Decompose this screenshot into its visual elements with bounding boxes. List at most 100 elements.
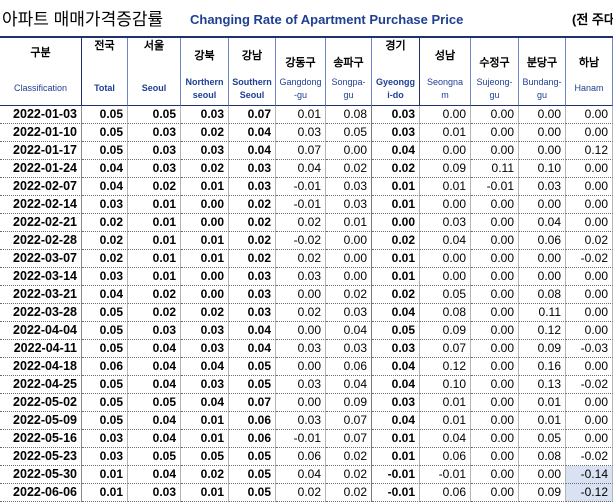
table-row: 2022-03-14 0.03 0.01 0.00 0.03 0.03 0.00 0.01 0.… bbox=[0, 268, 613, 286]
cell-seongnam: 0.00 bbox=[420, 196, 471, 214]
column-header-english-line: gu bbox=[536, 90, 547, 100]
column-header-korean-label: 송파구 bbox=[333, 57, 364, 69]
cell-gangdong-gu: 0.06 bbox=[276, 448, 326, 466]
table-row: 2022-02-28 0.02 0.01 0.01 0.02 -0.02 0.00 0.02 0… bbox=[0, 232, 613, 250]
column-header-english-label: Southern Seoul bbox=[229, 76, 275, 102]
column-header-english-line: Seoul bbox=[141, 83, 167, 93]
cell-northern-seoul: 0.01 bbox=[181, 412, 229, 430]
cell-hanam: -0.14 bbox=[566, 466, 613, 484]
cell-hanam: -0.12 bbox=[566, 484, 613, 502]
cell-seongnam: 0.07 bbox=[420, 340, 471, 358]
cell-southern-seoul: 0.06 bbox=[229, 412, 276, 430]
column-header-english-label: Songpa-gu bbox=[326, 76, 371, 102]
row-date-cell: 2022-05-16 bbox=[0, 430, 82, 448]
column-header-english-line: Classification bbox=[13, 83, 68, 93]
cell-bundang-gu: 0.00 bbox=[519, 268, 566, 286]
cell-bundang-gu: 0.08 bbox=[519, 286, 566, 304]
cell-bundang-gu: 0.13 bbox=[519, 376, 566, 394]
cell-gyeonggi-do: 0.03 bbox=[372, 340, 420, 358]
cell-gangdong-gu: 0.03 bbox=[276, 340, 326, 358]
cell-total: 0.02 bbox=[82, 250, 128, 268]
column-header-korean-label: 하남 bbox=[578, 57, 600, 69]
row-date-cell: 2022-04-18 bbox=[0, 358, 82, 376]
column-header-korean-label: 강북 bbox=[194, 50, 215, 62]
cell-total: 0.05 bbox=[82, 304, 128, 322]
cell-seongnam: 0.01 bbox=[420, 124, 471, 142]
cell-northern-seoul: 0.00 bbox=[181, 268, 229, 286]
cell-sujeong-gu: 0.00 bbox=[471, 340, 519, 358]
cell-sujeong-gu: 0.00 bbox=[471, 430, 519, 448]
row-date-cell: 2022-01-10 bbox=[0, 124, 82, 142]
table-row: 2022-05-16 0.03 0.04 0.01 0.06 -0.01 0.07 0.01 0… bbox=[0, 430, 613, 448]
cell-seongnam: 0.01 bbox=[420, 394, 471, 412]
cell-hanam: 0.00 bbox=[566, 322, 613, 340]
cell-seoul: 0.05 bbox=[128, 394, 181, 412]
cell-songpa-gu: 0.00 bbox=[326, 142, 372, 160]
cell-northern-seoul: 0.02 bbox=[181, 124, 229, 142]
cell-songpa-gu: 0.03 bbox=[326, 340, 372, 358]
cell-hanam: -0.02 bbox=[566, 376, 613, 394]
cell-northern-seoul: 0.01 bbox=[181, 484, 229, 502]
cell-sujeong-gu: 0.00 bbox=[471, 124, 519, 142]
cell-northern-seoul: 0.00 bbox=[181, 196, 229, 214]
cell-sujeong-gu: 0.00 bbox=[471, 196, 519, 214]
table-row: 2022-01-10 0.05 0.03 0.02 0.04 0.03 0.05 0.03 0.… bbox=[0, 124, 613, 142]
column-header-english-line: Sujeong- bbox=[476, 77, 513, 87]
cell-hanam: 0.00 bbox=[566, 394, 613, 412]
cell-hanam: 0.00 bbox=[566, 286, 613, 304]
row-date-cell: 2022-02-07 bbox=[0, 178, 82, 196]
cell-gyeonggi-do: 0.01 bbox=[372, 250, 420, 268]
row-date-cell: 2022-05-02 bbox=[0, 394, 82, 412]
cell-gangdong-gu: 0.02 bbox=[276, 214, 326, 232]
cell-gangdong-gu: 0.02 bbox=[276, 250, 326, 268]
cell-gangdong-gu: 0.01 bbox=[276, 106, 326, 124]
cell-gyeonggi-do: 0.03 bbox=[372, 106, 420, 124]
column-header-classification: 구분 Classification bbox=[0, 38, 82, 106]
cell-songpa-gu: 0.03 bbox=[326, 196, 372, 214]
column-header-english-line: Seoul bbox=[239, 90, 265, 100]
cell-total: 0.03 bbox=[82, 448, 128, 466]
cell-seoul: 0.04 bbox=[128, 430, 181, 448]
cell-bundang-gu: 0.01 bbox=[519, 412, 566, 430]
cell-gyeonggi-do: 0.01 bbox=[372, 178, 420, 196]
cell-gyeonggi-do: 0.02 bbox=[372, 160, 420, 178]
column-header-english-line: Gyeongg bbox=[375, 77, 415, 87]
cell-gyeonggi-do: 0.03 bbox=[372, 124, 420, 142]
cell-seoul: 0.01 bbox=[128, 214, 181, 232]
cell-gangdong-gu: 0.00 bbox=[276, 322, 326, 340]
column-header-english-label: Classification bbox=[0, 82, 81, 94]
cell-seongnam: 0.00 bbox=[420, 250, 471, 268]
column-header-northern-seoul: 강북 Northern seoul bbox=[181, 38, 229, 106]
cell-hanam: 0.00 bbox=[566, 196, 613, 214]
cell-sujeong-gu: -0.01 bbox=[471, 178, 519, 196]
cell-southern-seoul: 0.04 bbox=[229, 340, 276, 358]
cell-northern-seoul: 0.03 bbox=[181, 322, 229, 340]
cell-songpa-gu: 0.02 bbox=[326, 466, 372, 484]
cell-seongnam: 0.03 bbox=[420, 214, 471, 232]
cell-bundang-gu: 0.00 bbox=[519, 124, 566, 142]
cell-seoul: 0.03 bbox=[128, 124, 181, 142]
page-title: 아파트 매매가격증감률 bbox=[2, 10, 164, 29]
cell-songpa-gu: 0.03 bbox=[326, 304, 372, 322]
cell-songpa-gu: 0.02 bbox=[326, 448, 372, 466]
column-header-english-label: Seongna m bbox=[420, 76, 470, 102]
column-header-english-line: i-do bbox=[387, 90, 404, 100]
column-header-english-line: Gangdong bbox=[279, 77, 322, 87]
cell-northern-seoul: 0.03 bbox=[181, 340, 229, 358]
cell-bundang-gu: 0.09 bbox=[519, 340, 566, 358]
table-row: 2022-05-02 0.05 0.05 0.04 0.07 0.00 0.09 0.03 0.… bbox=[0, 394, 613, 412]
row-date-cell: 2022-03-28 bbox=[0, 304, 82, 322]
row-date-cell: 2022-06-06 bbox=[0, 484, 82, 502]
cell-hanam: 0.00 bbox=[566, 106, 613, 124]
cell-gangdong-gu: 0.00 bbox=[276, 286, 326, 304]
cell-total: 0.03 bbox=[82, 268, 128, 286]
cell-seongnam: 0.00 bbox=[420, 268, 471, 286]
cell-songpa-gu: 0.00 bbox=[326, 232, 372, 250]
column-header-english-line: Bundang- bbox=[522, 77, 562, 87]
row-date-cell: 2022-02-21 bbox=[0, 214, 82, 232]
cell-seongnam: 0.00 bbox=[420, 106, 471, 124]
cell-hanam: 0.00 bbox=[566, 268, 613, 286]
cell-bundang-gu: 0.03 bbox=[519, 178, 566, 196]
page-subtitle: Changing Rate of Apartment Purchase Pric… bbox=[190, 12, 464, 27]
cell-northern-seoul: 0.03 bbox=[181, 142, 229, 160]
